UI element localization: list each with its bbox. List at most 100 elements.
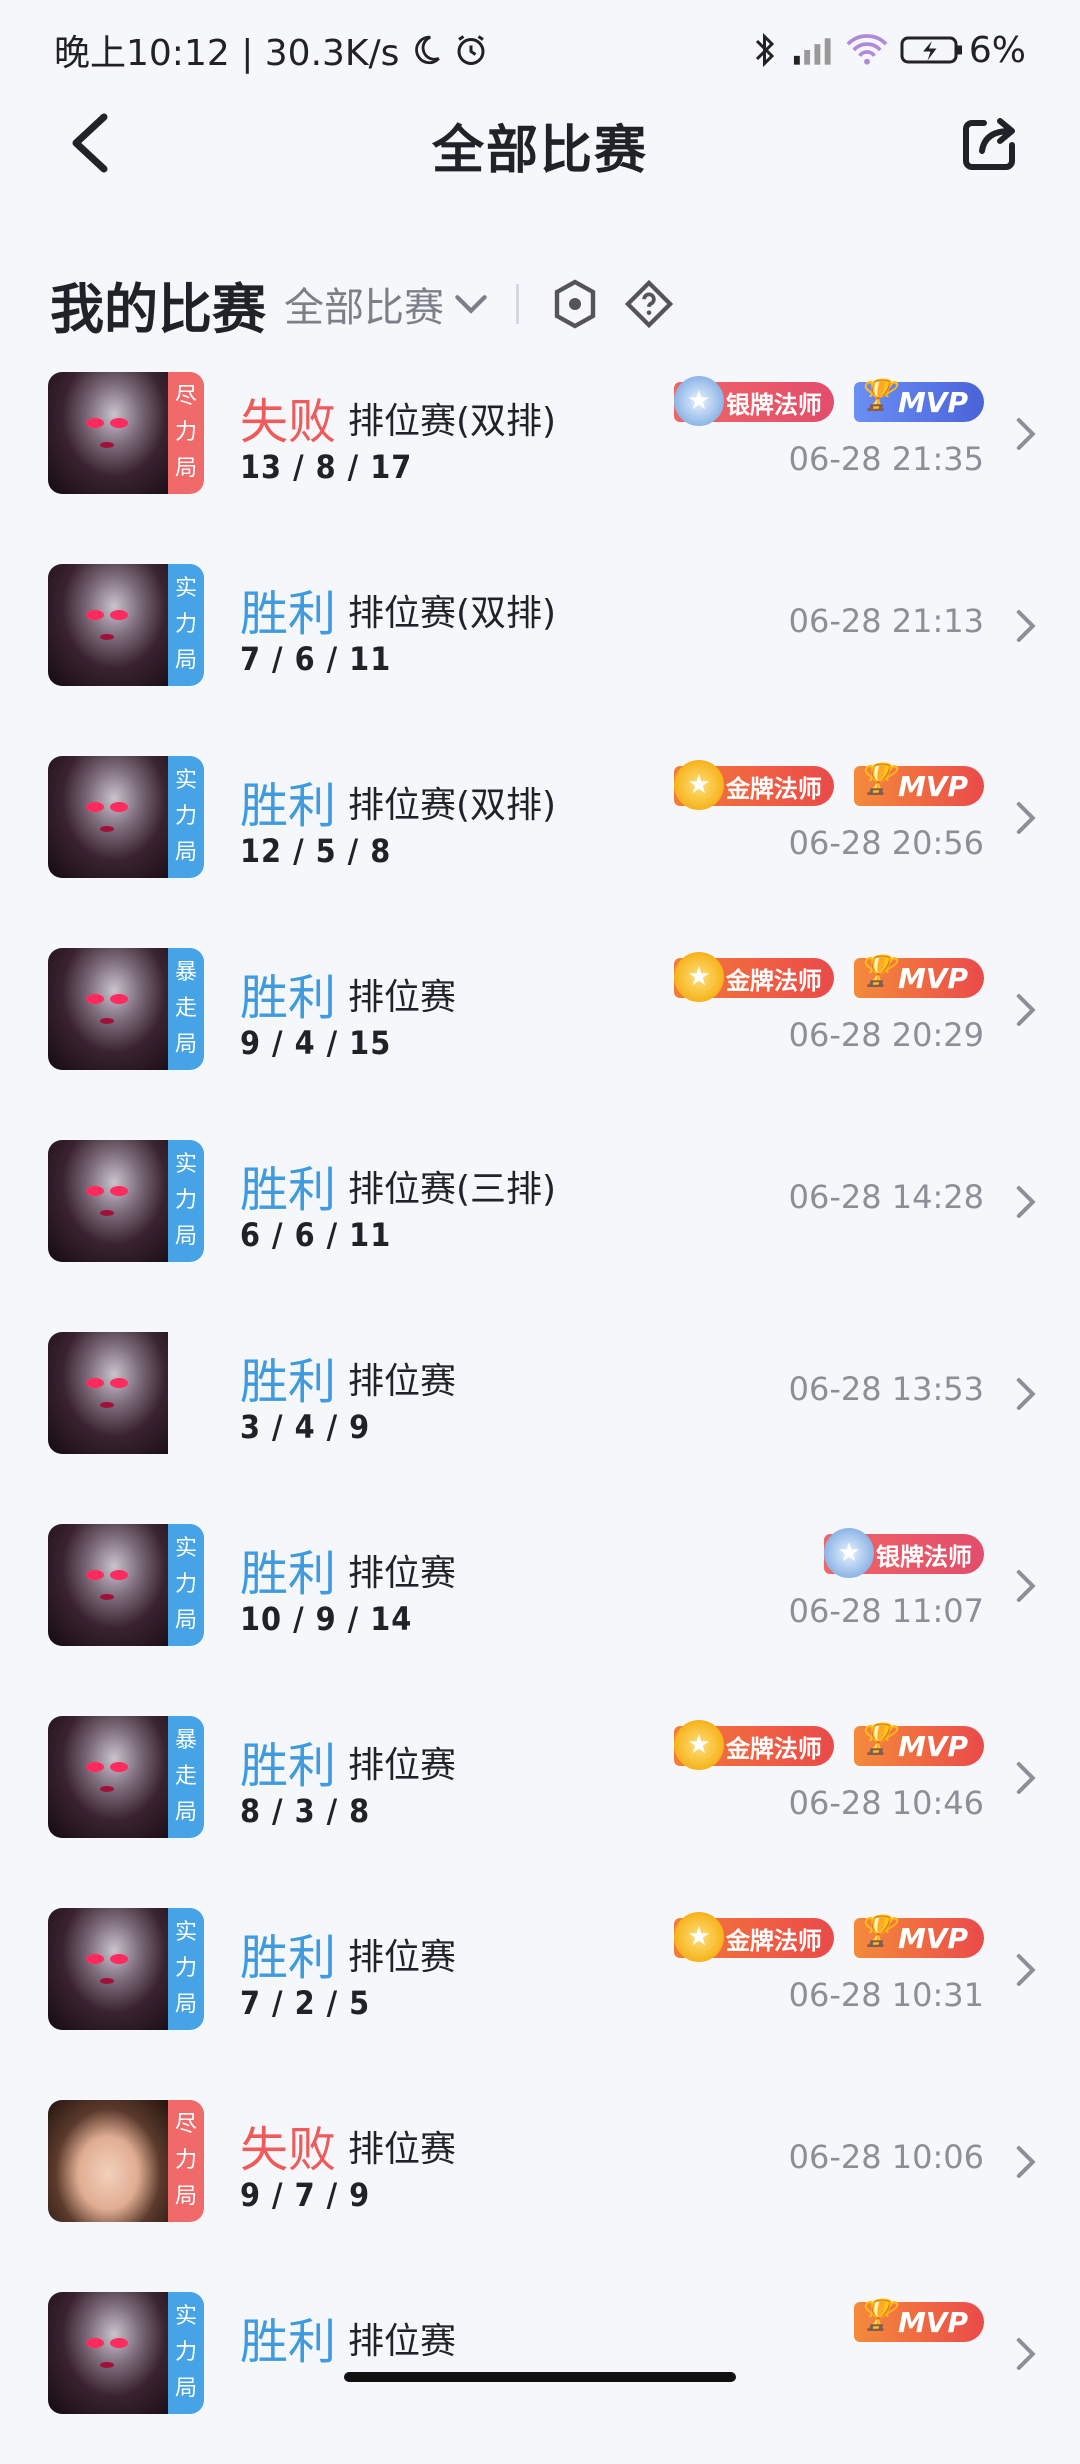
mvp-label: MVP bbox=[897, 2305, 968, 2339]
chevron-right-icon bbox=[1010, 1182, 1040, 1222]
match-row[interactable]: 尽力局 失败 排位赛(双排) 13 / 8 / 17 ★ 银牌法师 🏆 MVP … bbox=[0, 352, 1080, 544]
match-mode: 排位赛(双排) bbox=[348, 785, 557, 826]
match-kda: 7 / 2 / 5 bbox=[240, 1984, 371, 2022]
filter-label: 全部比赛 bbox=[284, 285, 444, 331]
match-tag-char: 局 bbox=[174, 1224, 197, 1249]
rank-badge: ★ 金牌法师 bbox=[673, 952, 834, 1002]
match-row[interactable]: 胜利 排位赛 3 / 4 / 9 06-28 13:53 bbox=[0, 1312, 1080, 1504]
match-tag-char: 尽 bbox=[174, 384, 197, 409]
match-tag: 实力局 bbox=[168, 1140, 204, 1262]
trophy-icon: 🏆 bbox=[858, 761, 896, 797]
rank-badge-label: 金牌法师 bbox=[725, 774, 822, 803]
chevron-right-icon bbox=[1010, 990, 1040, 1030]
hero-avatar-group: 暴走局 bbox=[48, 948, 204, 1070]
match-kda: 8 / 3 / 8 bbox=[240, 1792, 371, 1830]
trophy-icon: 🏆 bbox=[858, 2297, 896, 2333]
match-tag-char: 实 bbox=[174, 2304, 197, 2329]
match-tag-char: 局 bbox=[174, 1032, 197, 1057]
chevron-down-icon bbox=[455, 295, 487, 314]
rank-badge-label: 金牌法师 bbox=[725, 1734, 822, 1763]
rank-badge-label: 金牌法师 bbox=[725, 966, 822, 995]
hero-avatar bbox=[48, 1140, 168, 1262]
match-badges: ★ 银牌法师 🏆 MVP bbox=[673, 376, 984, 426]
match-result: 胜利 bbox=[240, 1546, 337, 1602]
match-mode: 排位赛 bbox=[348, 1553, 457, 1594]
battery-icon bbox=[900, 36, 962, 64]
help-diamond-icon bbox=[624, 279, 674, 329]
page-title: 全部比赛 bbox=[431, 120, 648, 181]
hero-avatar bbox=[48, 564, 168, 686]
hero-avatar bbox=[48, 2100, 168, 2222]
chevron-right-icon bbox=[1010, 798, 1040, 838]
match-tag-char: 实 bbox=[174, 1152, 197, 1177]
rank-badge-label: 金牌法师 bbox=[725, 1926, 822, 1955]
match-tag-char: 实 bbox=[174, 1536, 197, 1561]
trophy-icon: 🏆 bbox=[858, 953, 896, 989]
match-badges: ★ 银牌法师 bbox=[824, 1528, 984, 1578]
help-button[interactable] bbox=[621, 276, 677, 332]
match-result: 失败 bbox=[240, 394, 337, 450]
section-title: 我的比赛 bbox=[50, 277, 266, 341]
status-time-speed: 晚上10:12 | 30.3K/s bbox=[54, 33, 400, 74]
match-time: 06-28 11:07 bbox=[788, 1592, 984, 1630]
chevron-right-icon bbox=[1010, 1374, 1040, 1414]
status-right: 6% bbox=[751, 30, 1026, 71]
match-result: 失败 bbox=[240, 2122, 337, 2178]
match-tag-char: 局 bbox=[174, 2376, 197, 2401]
match-badges: ★ 金牌法师 🏆 MVP bbox=[673, 1912, 984, 1962]
bluetooth-icon bbox=[751, 32, 781, 68]
home-indicator[interactable] bbox=[344, 2372, 736, 2382]
star-medal-icon: ★ bbox=[673, 760, 724, 810]
hero-avatar bbox=[48, 756, 168, 878]
match-result: 胜利 bbox=[240, 1738, 337, 1794]
match-row[interactable]: 实力局 胜利 排位赛(双排) 7 / 6 / 11 06-28 21:13 bbox=[0, 544, 1080, 736]
back-button[interactable] bbox=[55, 108, 125, 178]
match-result: 胜利 bbox=[240, 1162, 337, 1218]
match-tag-char: 力 bbox=[174, 1572, 197, 1597]
hero-avatar-group: 实力局 bbox=[48, 1524, 204, 1646]
match-badges: ★ 金牌法师 🏆 MVP bbox=[673, 952, 984, 1002]
match-row[interactable]: 实力局 胜利 排位赛 10 / 9 / 14 ★ 银牌法师 06-28 11:0… bbox=[0, 1504, 1080, 1696]
chevron-left-icon bbox=[72, 113, 108, 173]
match-time: 06-28 14:28 bbox=[788, 1178, 984, 1216]
mvp-label: MVP bbox=[897, 961, 968, 995]
rank-badge: ★ 金牌法师 bbox=[673, 1912, 834, 1962]
chevron-right-icon bbox=[1010, 1950, 1040, 1990]
mvp-badge: 🏆 MVP bbox=[853, 2298, 984, 2342]
hero-avatar bbox=[48, 2292, 168, 2414]
match-row[interactable]: 实力局 胜利 排位赛 🏆 MVP bbox=[0, 2272, 1080, 2464]
hero-avatar-group: 实力局 bbox=[48, 756, 204, 878]
moon-icon bbox=[409, 33, 443, 67]
battery-indicator: 6% bbox=[899, 30, 1026, 71]
share-button[interactable] bbox=[955, 108, 1025, 178]
hero-avatar-group: 暴走局 bbox=[48, 1716, 204, 1838]
match-mode: 排位赛 bbox=[348, 1745, 457, 1786]
match-row[interactable]: 暴走局 胜利 排位赛 8 / 3 / 8 ★ 金牌法师 🏆 MVP 06-28 … bbox=[0, 1696, 1080, 1888]
match-kda: 12 / 5 / 8 bbox=[240, 832, 392, 870]
match-row[interactable]: 实力局 胜利 排位赛(双排) 12 / 5 / 8 ★ 金牌法师 🏆 MVP 0… bbox=[0, 736, 1080, 928]
match-tag: 尽力局 bbox=[168, 2100, 204, 2222]
match-time: 06-28 13:53 bbox=[788, 1370, 984, 1408]
match-row[interactable]: 实力局 胜利 排位赛(三排) 6 / 6 / 11 06-28 14:28 bbox=[0, 1120, 1080, 1312]
match-filter-dropdown[interactable]: 全部比赛 bbox=[284, 275, 488, 333]
match-time: 06-28 10:06 bbox=[788, 2138, 984, 2176]
hero-avatar bbox=[48, 1716, 168, 1838]
rank-badge: ★ 银牌法师 bbox=[673, 376, 834, 426]
mvp-label: MVP bbox=[897, 385, 968, 419]
hero-avatar bbox=[48, 372, 168, 494]
hero-avatar-group bbox=[48, 1332, 204, 1454]
chevron-right-icon bbox=[1010, 2142, 1040, 2182]
match-result: 胜利 bbox=[240, 1930, 337, 1986]
match-tag-char: 尽 bbox=[174, 2112, 197, 2137]
hexagon-filter-button[interactable] bbox=[547, 276, 603, 332]
mvp-badge: 🏆 MVP bbox=[853, 1914, 984, 1958]
trophy-icon: 🏆 bbox=[858, 1913, 896, 1949]
match-tag-char: 走 bbox=[174, 996, 197, 1021]
hero-avatar bbox=[48, 1908, 168, 2030]
match-time: 06-28 21:35 bbox=[788, 440, 984, 478]
match-row[interactable]: 暴走局 胜利 排位赛 9 / 4 / 15 ★ 金牌法师 🏆 MVP 06-28… bbox=[0, 928, 1080, 1120]
match-row[interactable]: 尽力局 失败 排位赛 9 / 7 / 9 06-28 10:06 bbox=[0, 2080, 1080, 2272]
match-tag: 暴走局 bbox=[168, 1716, 204, 1838]
match-row[interactable]: 实力局 胜利 排位赛 7 / 2 / 5 ★ 金牌法师 🏆 MVP 06-28 … bbox=[0, 1888, 1080, 2080]
rank-badge: ★ 金牌法师 bbox=[673, 760, 834, 810]
